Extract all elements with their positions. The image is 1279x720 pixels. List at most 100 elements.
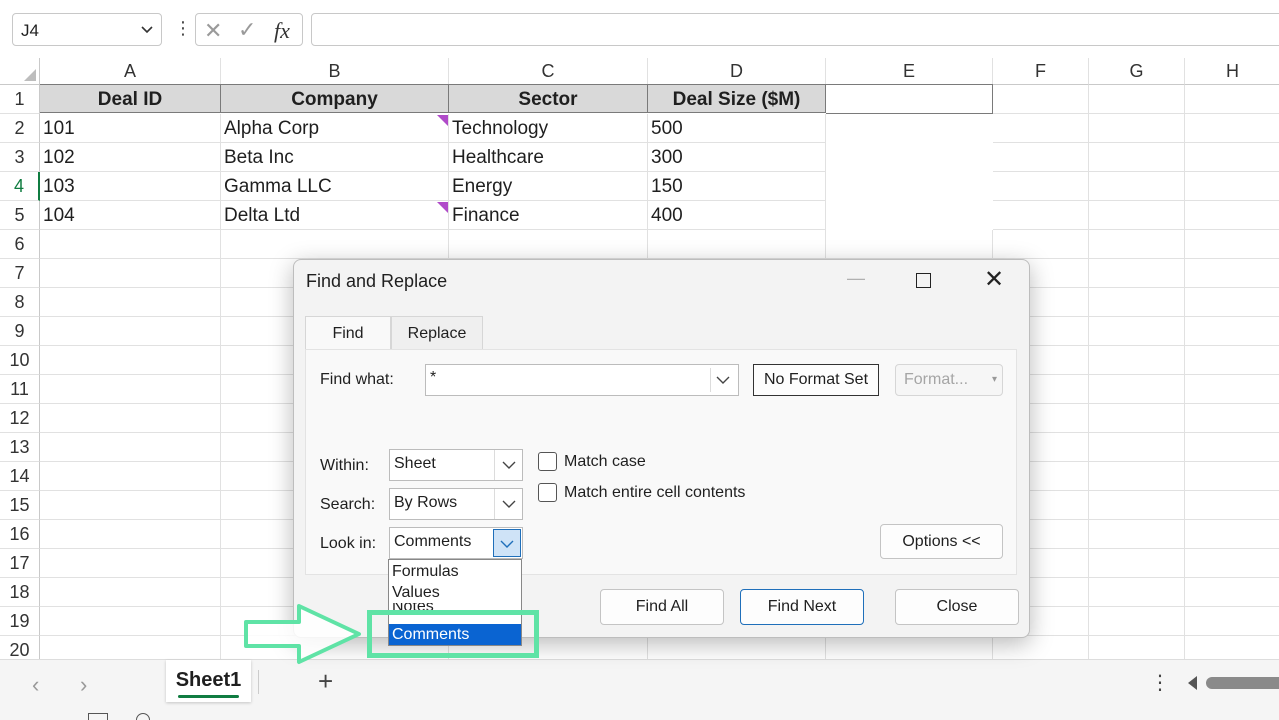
empty-cell[interactable] xyxy=(1185,346,1279,375)
cell-b2[interactable]: Alpha Corp xyxy=(221,114,449,143)
find-next-button[interactable]: Find Next xyxy=(740,589,864,625)
empty-cell[interactable] xyxy=(1089,462,1185,491)
chevron-down-icon[interactable] xyxy=(710,366,736,394)
empty-cell[interactable] xyxy=(1089,491,1185,520)
empty-cell[interactable] xyxy=(1185,317,1279,346)
empty-cell[interactable] xyxy=(1089,375,1185,404)
empty-cell[interactable] xyxy=(1185,230,1279,259)
empty-cell[interactable] xyxy=(993,172,1089,201)
empty-cell[interactable] xyxy=(1089,317,1185,346)
empty-cell[interactable] xyxy=(1185,375,1279,404)
row-header-10[interactable]: 10 xyxy=(0,346,40,375)
empty-cell[interactable] xyxy=(1089,607,1185,636)
insert-function-icon[interactable]: fx xyxy=(274,18,290,44)
chevron-down-icon[interactable] xyxy=(494,450,522,480)
empty-cell[interactable] xyxy=(40,549,221,578)
empty-cell[interactable] xyxy=(993,85,1089,114)
cell-a1[interactable]: Deal ID xyxy=(40,84,221,113)
empty-cell[interactable] xyxy=(40,288,221,317)
empty-cell[interactable] xyxy=(40,433,221,462)
empty-cell[interactable] xyxy=(1185,607,1279,636)
empty-cell[interactable] xyxy=(40,404,221,433)
empty-cell[interactable] xyxy=(1089,346,1185,375)
column-header-f[interactable]: F xyxy=(993,58,1089,85)
close-icon[interactable]: ✕ xyxy=(984,266,1004,294)
row-header-11[interactable]: 11 xyxy=(0,375,40,404)
column-header-a[interactable]: A xyxy=(40,58,221,85)
note-indicator-icon[interactable] xyxy=(437,202,448,213)
minimize-icon[interactable]: — xyxy=(847,268,865,289)
cell-b3[interactable]: Beta Inc xyxy=(221,143,449,172)
options-button[interactable]: Options << xyxy=(880,524,1003,559)
cell-b1[interactable]: Company xyxy=(221,84,449,113)
column-header-d[interactable]: D xyxy=(648,58,826,85)
search-select[interactable]: By Rows xyxy=(389,488,523,520)
empty-cell[interactable] xyxy=(993,201,1089,230)
empty-cell[interactable] xyxy=(1089,114,1185,143)
row-header-17[interactable]: 17 xyxy=(0,549,40,578)
empty-cell[interactable] xyxy=(1185,288,1279,317)
option-values[interactable]: Values xyxy=(389,582,521,603)
empty-cell[interactable] xyxy=(1185,143,1279,172)
empty-cell[interactable] xyxy=(40,578,221,607)
empty-cell[interactable] xyxy=(1185,259,1279,288)
cell-a5[interactable]: 104 xyxy=(40,201,221,230)
row-header-1[interactable]: 1 xyxy=(0,85,40,114)
row-header-13[interactable]: 13 xyxy=(0,433,40,462)
match-case-checkbox[interactable] xyxy=(538,452,557,471)
look-in-select[interactable]: Comments xyxy=(389,527,523,559)
empty-cell[interactable] xyxy=(40,346,221,375)
empty-cell[interactable] xyxy=(993,230,1089,259)
row-header-5[interactable]: 5 xyxy=(0,201,40,230)
more-options-icon[interactable]: ⋮ xyxy=(1150,670,1170,695)
no-format-set-button[interactable]: No Format Set xyxy=(753,364,879,396)
row-header-12[interactable]: 12 xyxy=(0,404,40,433)
empty-cell[interactable] xyxy=(1185,201,1279,230)
cell-b4[interactable]: Gamma LLC xyxy=(221,172,449,201)
row-header-2[interactable]: 2 xyxy=(0,114,40,143)
column-header-c[interactable]: C xyxy=(449,58,648,85)
chevron-down-icon[interactable] xyxy=(493,529,521,557)
tab-replace[interactable]: Replace xyxy=(391,316,483,350)
row-header-16[interactable]: 16 xyxy=(0,520,40,549)
cell-c1[interactable]: Sector xyxy=(449,84,648,113)
empty-cell[interactable] xyxy=(40,230,221,259)
option-formulas[interactable]: Formulas xyxy=(389,561,521,582)
row-header-3[interactable]: 3 xyxy=(0,143,40,172)
accessibility-icon[interactable] xyxy=(136,713,150,720)
empty-cell[interactable] xyxy=(40,607,221,636)
cell-a3[interactable]: 102 xyxy=(40,143,221,172)
empty-cell[interactable] xyxy=(1185,462,1279,491)
empty-cell[interactable] xyxy=(1185,114,1279,143)
empty-cell[interactable] xyxy=(1089,520,1185,549)
more-options-icon[interactable]: ⋮ xyxy=(174,18,192,38)
empty-cell[interactable] xyxy=(40,491,221,520)
empty-cell[interactable] xyxy=(1185,578,1279,607)
empty-cell[interactable] xyxy=(1089,172,1185,201)
chevron-down-icon[interactable] xyxy=(494,489,522,519)
empty-cell[interactable] xyxy=(826,230,993,259)
row-header-4[interactable]: 4 xyxy=(0,172,40,201)
row-header-8[interactable]: 8 xyxy=(0,288,40,317)
empty-cell[interactable] xyxy=(1089,143,1185,172)
empty-cell[interactable] xyxy=(1089,259,1185,288)
empty-cell[interactable] xyxy=(1089,578,1185,607)
formula-input[interactable] xyxy=(311,13,1279,46)
next-sheet-icon[interactable]: › xyxy=(80,672,87,698)
scroll-left-icon[interactable] xyxy=(1188,676,1197,690)
empty-cell[interactable] xyxy=(449,230,648,259)
empty-cell[interactable] xyxy=(1185,549,1279,578)
horizontal-scrollbar[interactable] xyxy=(1206,677,1279,689)
empty-cell[interactable] xyxy=(1089,549,1185,578)
empty-cell[interactable] xyxy=(1185,491,1279,520)
cell-d5[interactable]: 400 xyxy=(648,201,826,230)
sheet-view-icon[interactable] xyxy=(88,713,108,720)
select-all-corner[interactable] xyxy=(0,58,40,85)
format-button[interactable]: Format... ▾ xyxy=(895,364,1003,396)
note-indicator-icon[interactable] xyxy=(437,115,448,126)
cancel-icon[interactable]: ✕ xyxy=(204,20,222,42)
cell-e1[interactable] xyxy=(826,84,993,114)
cell-c2[interactable]: Technology xyxy=(449,114,648,143)
empty-cell[interactable] xyxy=(1089,201,1185,230)
cell-a4[interactable]: 103 xyxy=(40,172,221,201)
